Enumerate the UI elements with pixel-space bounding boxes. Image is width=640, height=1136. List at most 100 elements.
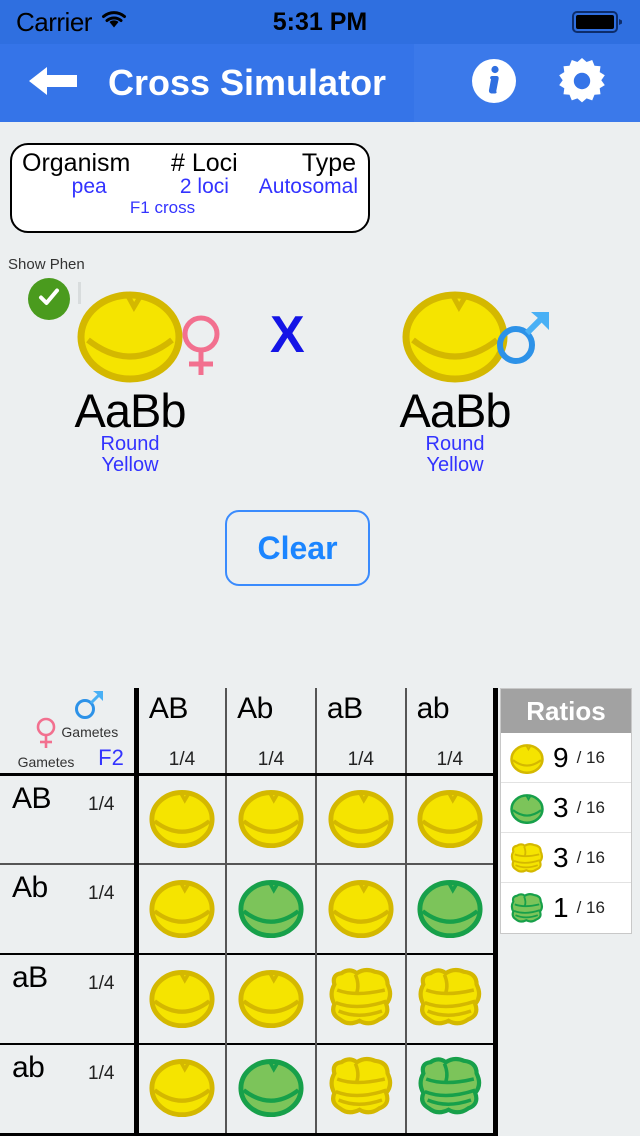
punnett-cell[interactable] <box>405 863 498 954</box>
punnett-row-header: ab 1/4 <box>0 1043 139 1136</box>
ratio-count: 3 <box>553 841 569 873</box>
punnett-cell[interactable] <box>226 863 317 954</box>
punnett-cell[interactable] <box>136 1043 228 1136</box>
row-label: Ab <box>12 871 48 904</box>
punnett-cell[interactable] <box>315 953 407 1044</box>
punnett-col-header: aB 1/4 <box>315 688 407 776</box>
row-label: AB <box>12 781 52 815</box>
ratios-title: Ratios <box>526 695 606 726</box>
female-gametes-caption: Gametes <box>17 754 75 771</box>
female-phenotype-color: Yellow <box>101 453 159 476</box>
punnett-row-header: Ab 1/4 <box>0 863 139 954</box>
row-label: ab <box>12 1051 45 1084</box>
punnett-cell[interactable] <box>405 774 498 864</box>
gear-icon <box>556 57 608 111</box>
female-organism <box>10 285 250 385</box>
clear-button[interactable]: Clear <box>225 510 370 586</box>
status-bar: Carrier 5:31 PM <box>0 0 640 44</box>
ratio-denominator: / 16 <box>576 847 605 867</box>
punnett-row: Ab 1/4 <box>0 863 498 954</box>
female-symbol-icon <box>175 313 227 384</box>
ratio-row: 9 / 16 <box>501 733 631 783</box>
punnett-cell[interactable] <box>226 953 317 1044</box>
col-label: aB <box>326 692 363 725</box>
punnett-col-header: ab 1/4 <box>405 688 498 776</box>
punnett-row: AB 1/4 <box>0 774 498 864</box>
value-type: Autosomal <box>258 175 358 198</box>
col-label: Ab <box>237 692 273 725</box>
parent-female[interactable]: AaBb Round Yellow <box>10 285 250 476</box>
ratio-row: 3 / 16 <box>501 783 631 833</box>
punnett-cell[interactable] <box>405 1043 498 1136</box>
punnett-cell[interactable] <box>136 863 228 954</box>
round-green-seed-icon <box>507 792 547 824</box>
ratio-count: 9 <box>553 741 569 773</box>
wifi-icon <box>100 9 128 36</box>
punnett-row-header: AB 1/4 <box>0 774 139 864</box>
male-phenotype-shape: Round <box>425 432 485 455</box>
punnett-col-header: Ab 1/4 <box>226 688 317 776</box>
info-card-headers: Organism # Loci Type <box>22 149 358 178</box>
page-title: Cross Simulator <box>108 62 387 103</box>
punnett-cell[interactable] <box>226 1043 317 1136</box>
punnett-row: aB 1/4 <box>0 953 498 1044</box>
wrinkled-yellow-seed-icon <box>507 842 547 874</box>
generation-label: F2 <box>98 744 124 770</box>
punnett-row: ab 1/4 <box>0 1043 498 1136</box>
female-genotype: AaBb <box>74 384 187 437</box>
punnett-cell[interactable] <box>315 774 407 864</box>
col-fraction: 1/4 <box>347 748 374 770</box>
battery-full-icon <box>572 10 624 34</box>
punnett-square: Gametes Gametes F2 AB 1/4 Ab 1/4 aB 1/4 … <box>0 688 498 1136</box>
ratio-denominator: / 16 <box>576 797 605 817</box>
male-symbol-icon <box>72 691 108 724</box>
male-gametes-caption: Gametes <box>61 724 119 740</box>
row-label: aB <box>12 961 48 994</box>
organism-info-card[interactable]: Organism # Loci Type pea 2 loci Autosoma… <box>10 143 370 233</box>
row-fraction: 1/4 <box>88 973 115 994</box>
back-button[interactable] <box>0 60 108 107</box>
punnett-cell[interactable] <box>136 953 228 1044</box>
ratio-denominator: / 16 <box>576 747 605 767</box>
col-label: ab <box>416 692 450 725</box>
value-loci: 2 loci <box>179 175 229 198</box>
settings-button[interactable] <box>556 55 608 112</box>
wrinkled-green-seed-icon <box>507 892 547 924</box>
col-fraction: 1/4 <box>257 748 285 770</box>
value-organism: pea <box>71 175 107 198</box>
info-icon <box>470 58 518 109</box>
punnett-cell[interactable] <box>405 953 498 1044</box>
male-gametes-legend: Gametes <box>50 688 130 740</box>
col-label: AB <box>148 692 189 725</box>
ratio-count: 1 <box>553 892 569 923</box>
punnett-corner-cell: Gametes Gametes F2 <box>0 688 139 776</box>
round-yellow-seed-icon <box>507 742 547 774</box>
male-phenotype-color: Yellow <box>426 453 484 476</box>
show-phenotype-label: Show Phen <box>8 256 85 273</box>
row-fraction: 1/4 <box>88 883 115 904</box>
col-fraction: 1/4 <box>436 748 464 770</box>
info-button[interactable] <box>470 57 518 110</box>
punnett-cell[interactable] <box>136 774 228 864</box>
ratio-count: 3 <box>553 791 569 823</box>
navigation-bar: Cross Simulator <box>0 44 640 122</box>
ratio-row: 3 / 16 <box>501 833 631 883</box>
punnett-cell[interactable] <box>315 863 407 954</box>
cross-symbol: X <box>270 306 305 364</box>
male-symbol-icon <box>493 305 555 372</box>
punnett-header-row: Gametes Gametes F2 AB 1/4 Ab 1/4 aB 1/4 … <box>0 688 498 776</box>
header-loci: # Loci <box>171 149 238 177</box>
header-type: Type <box>301 149 357 177</box>
row-fraction: 1/4 <box>88 793 115 815</box>
row-fraction: 1/4 <box>88 1063 115 1084</box>
info-card-values: pea 2 loci Autosomal <box>22 175 358 199</box>
parent-male[interactable]: AaBb Round Yellow <box>335 285 575 476</box>
carrier-label: Carrier <box>16 6 92 37</box>
punnett-cell[interactable] <box>315 1043 407 1136</box>
nav-actions <box>470 55 640 112</box>
round-yellow-seed-icon <box>74 285 186 388</box>
female-phenotype-shape: Round <box>100 432 160 455</box>
status-bar-left: Carrier <box>16 7 128 38</box>
ratios-panel: Ratios 9 / 16 3 / 16 3 / 16 1 / 16 <box>500 688 632 934</box>
punnett-cell[interactable] <box>226 774 317 864</box>
